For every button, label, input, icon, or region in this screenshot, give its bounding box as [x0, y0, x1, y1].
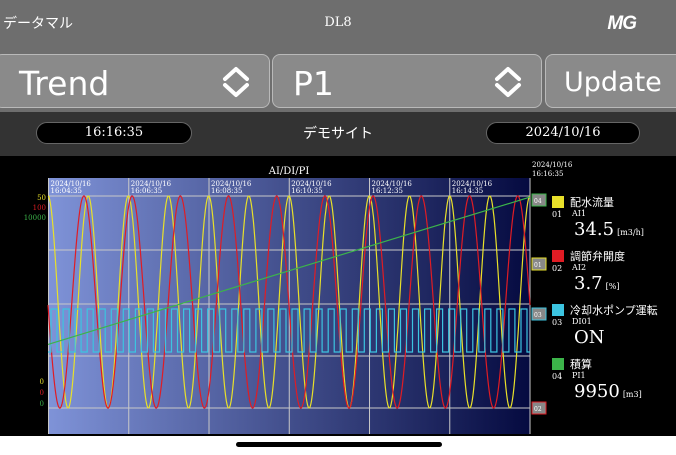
legend-value: 3.7 [%] [574, 273, 619, 294]
legend-number: 02 [552, 264, 563, 273]
legend-swatch [552, 358, 564, 370]
y-axis-min-label: 0 [40, 378, 44, 386]
y-axis-max-label: 50 [37, 194, 46, 202]
legend-name: 冷却水ポンプ運転 [570, 304, 658, 317]
x-end-label-time: 16:16:35 [532, 170, 563, 178]
view-select-value: Trend [19, 64, 110, 103]
legend-tag: DI01 [572, 317, 592, 326]
logo: MG [607, 13, 637, 34]
legend-item-pi1: 04 積算 PI1 9950 [m3] [552, 357, 676, 417]
legend-swatch [552, 196, 564, 208]
legend-swatch [552, 250, 564, 262]
value-number: ON [574, 327, 605, 348]
series-end-marker-label: 01 [534, 262, 542, 269]
value-unit: [m3] [622, 390, 642, 399]
value-unit: [m3/h] [617, 228, 644, 237]
top-bar: データマル DL8 MG [0, 0, 676, 52]
bottom-bar [0, 436, 676, 455]
legend-item-ai1: 01 配水流量 AI1 34.5 [m3/h] [552, 195, 676, 255]
legend-item-di01: 03 冷却水ポンプ運転 DI01 ON [552, 303, 676, 363]
page-select[interactable]: P1 [272, 54, 542, 108]
y-axis-min-label: 0 [40, 389, 44, 397]
x-tick-label-time: 16:04:35 [51, 187, 82, 195]
page-select-value: P1 [293, 64, 334, 103]
y-axis-max-label: 100 [33, 204, 46, 212]
series-end-marker-label: 02 [534, 406, 542, 413]
legend-value: 34.5 [m3/h] [574, 219, 644, 240]
y-axis-min-label: 0 [40, 400, 44, 408]
legend-name: 配水流量 [570, 196, 614, 209]
legend-name: 積算 [570, 358, 592, 371]
value-number: 9950 [574, 381, 620, 402]
current-date: 2024/10/16 [486, 122, 640, 144]
legend-item-ai2: 02 調節弁開度 AI2 3.7 [%] [552, 249, 676, 309]
value-unit: [%] [605, 282, 620, 291]
control-row: Trend P1 Update [0, 52, 676, 112]
update-button[interactable]: Update [545, 54, 676, 108]
legend-swatch [552, 304, 564, 316]
series-end-marker-label: 03 [534, 312, 542, 319]
value-number: 34.5 [574, 219, 615, 240]
x-end-label-date: 2024/10/16 [532, 161, 573, 169]
home-indicator[interactable] [236, 442, 442, 447]
x-tick-label-time: 16:08:35 [211, 187, 242, 195]
device-title: DL8 [324, 15, 352, 30]
legend-value: ON [574, 327, 608, 348]
view-select[interactable]: Trend [0, 54, 270, 108]
legend-tag: AI2 [572, 263, 587, 272]
chevron-up-down-icon [223, 67, 249, 97]
x-tick-label-time: 16:14:35 [452, 187, 483, 195]
y-axis-max-label: 10000 [24, 214, 46, 222]
chevron-up-down-icon [495, 67, 521, 97]
legend-number: 01 [552, 210, 563, 219]
legend-name: 調節弁開度 [570, 250, 625, 263]
info-row: 16:16:35 デモサイト 2024/10/16 [0, 112, 676, 156]
x-tick-label-time: 16:06:35 [131, 187, 162, 195]
chart-title: AI/DI/PI [268, 166, 310, 177]
update-button-label: Update [564, 67, 662, 98]
x-tick-label-time: 16:10:35 [291, 187, 322, 195]
legend-value: 9950 [m3] [574, 381, 642, 402]
legend-number: 04 [552, 372, 563, 381]
value-number: 3.7 [574, 273, 603, 294]
x-tick-label-time: 16:12:35 [372, 187, 403, 195]
series-end-marker-label: 04 [534, 198, 542, 205]
legend-tag: AI1 [572, 209, 587, 218]
legend-number: 03 [552, 318, 563, 327]
legend-tag: PI1 [572, 371, 586, 380]
